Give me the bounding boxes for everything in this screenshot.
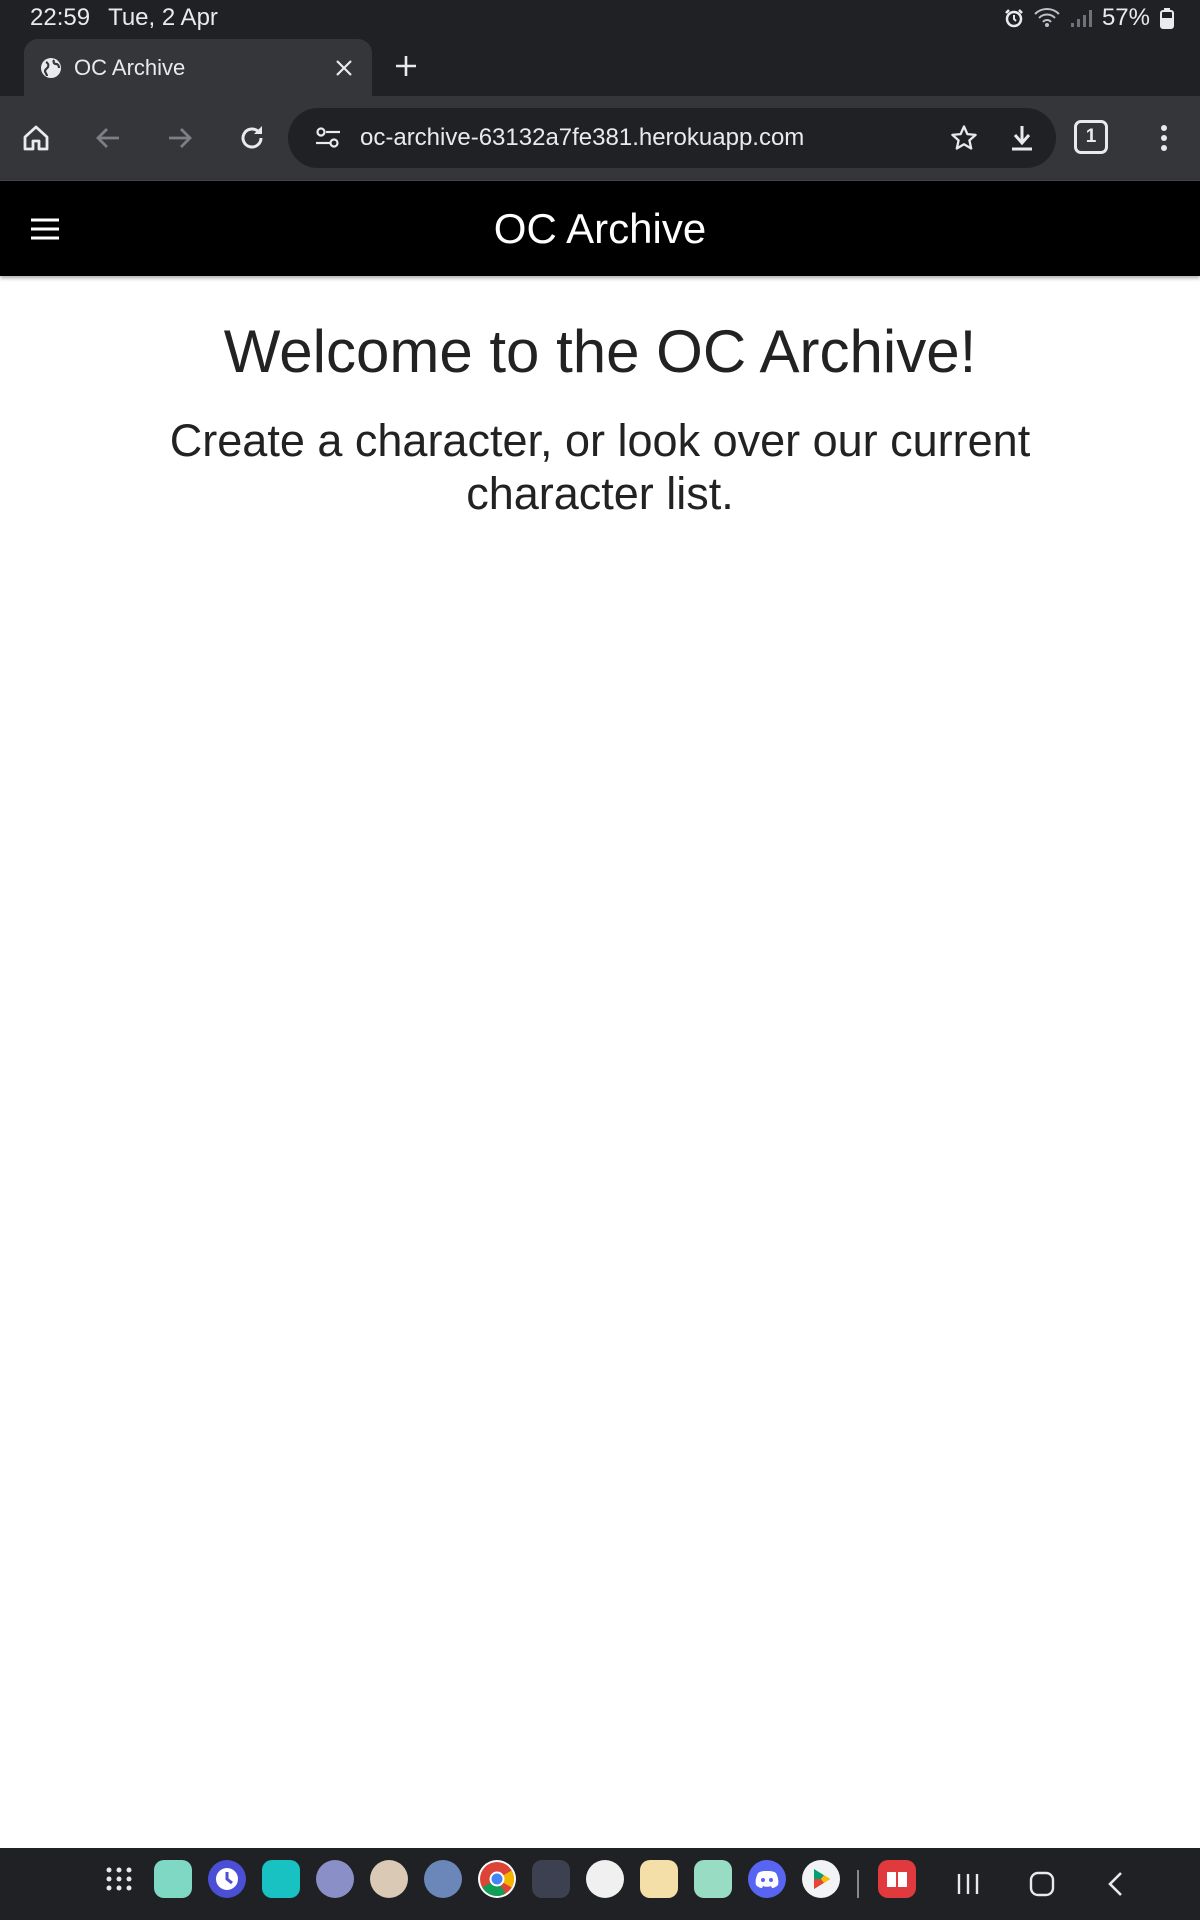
signal-icon <box>1070 8 1092 28</box>
app-folder-icon[interactable] <box>154 1860 192 1898</box>
more-menu-button[interactable] <box>1140 114 1188 162</box>
home-circle-icon <box>1029 1871 1055 1897</box>
discord-app-icon[interactable] <box>748 1860 786 1898</box>
reader-app-icon[interactable] <box>878 1860 916 1898</box>
globe-icon <box>40 57 62 79</box>
game-app-icon[interactable] <box>316 1860 354 1898</box>
tab-title: OC Archive <box>74 54 186 80</box>
game-app-icon[interactable] <box>424 1860 462 1898</box>
status-date: Tue, 2 Apr <box>108 4 218 31</box>
status-bar: 22:59 Tue, 2 Apr 57% <box>0 0 1200 36</box>
back-button[interactable] <box>84 114 132 162</box>
bookmark-star-icon[interactable] <box>940 114 988 162</box>
reload-button[interactable] <box>228 114 276 162</box>
home-nav-button[interactable] <box>1020 1862 1064 1906</box>
forward-icon <box>169 128 192 148</box>
site-settings-icon[interactable] <box>308 118 348 158</box>
url-text[interactable]: oc-archive-63132a7fe381.herokuapp.com <box>360 124 940 152</box>
system-back-icon <box>1108 1872 1122 1896</box>
clock-app-icon[interactable] <box>208 1860 246 1898</box>
browser-toolbar: oc-archive-63132a7fe381.herokuapp.com 1 <box>0 96 1200 180</box>
wifi-icon <box>1034 8 1060 28</box>
hamburger-menu-button[interactable] <box>24 209 66 249</box>
tab-switcher-button[interactable]: 1 <box>1074 120 1108 154</box>
tab-strip: OC Archive <box>0 36 1200 96</box>
home-icon <box>23 125 49 151</box>
home-button[interactable] <box>12 114 60 162</box>
new-tab-button[interactable] <box>386 46 426 86</box>
back-icon <box>96 128 119 148</box>
status-time: 22:59 <box>30 4 91 31</box>
play-store-app-icon[interactable] <box>802 1860 840 1898</box>
page-subheading: Create a character, or look over our cur… <box>169 415 1031 519</box>
hamburger-icon <box>31 218 59 240</box>
app-folder-icon[interactable] <box>262 1860 300 1898</box>
main-content: Welcome to the OC Archive! Create a char… <box>0 276 1200 520</box>
app-icon[interactable] <box>586 1860 624 1898</box>
recents-button[interactable] <box>946 1862 990 1906</box>
app-folder-icon[interactable] <box>694 1860 732 1898</box>
system-back-button[interactable] <box>1094 1862 1138 1906</box>
battery-percent: 57% <box>1101 4 1150 31</box>
close-icon[interactable] <box>330 54 358 82</box>
site-brand[interactable]: OC Archive <box>0 181 1200 277</box>
address-bar[interactable]: oc-archive-63132a7fe381.herokuapp.com <box>288 108 1056 168</box>
page-heading: Welcome to the OC Archive! <box>223 318 977 385</box>
alarm-icon <box>1004 8 1024 28</box>
reload-icon <box>241 126 263 149</box>
app-folder-icon[interactable] <box>532 1860 570 1898</box>
recents-icon <box>957 1874 979 1894</box>
site-navbar: OC Archive <box>0 180 1200 276</box>
forward-button[interactable] <box>156 114 204 162</box>
dock-divider <box>857 1870 859 1898</box>
android-dock <box>0 1848 1200 1920</box>
battery-icon <box>1160 7 1174 29</box>
app-drawer-icon[interactable] <box>100 1860 138 1898</box>
download-icon[interactable] <box>998 114 1046 162</box>
game-app-icon[interactable] <box>370 1860 408 1898</box>
app-folder-icon[interactable] <box>640 1860 678 1898</box>
chrome-app-icon[interactable] <box>478 1860 516 1898</box>
browser-tab[interactable]: OC Archive <box>24 39 372 96</box>
plus-icon <box>396 56 416 76</box>
more-menu-icon <box>1161 125 1167 151</box>
